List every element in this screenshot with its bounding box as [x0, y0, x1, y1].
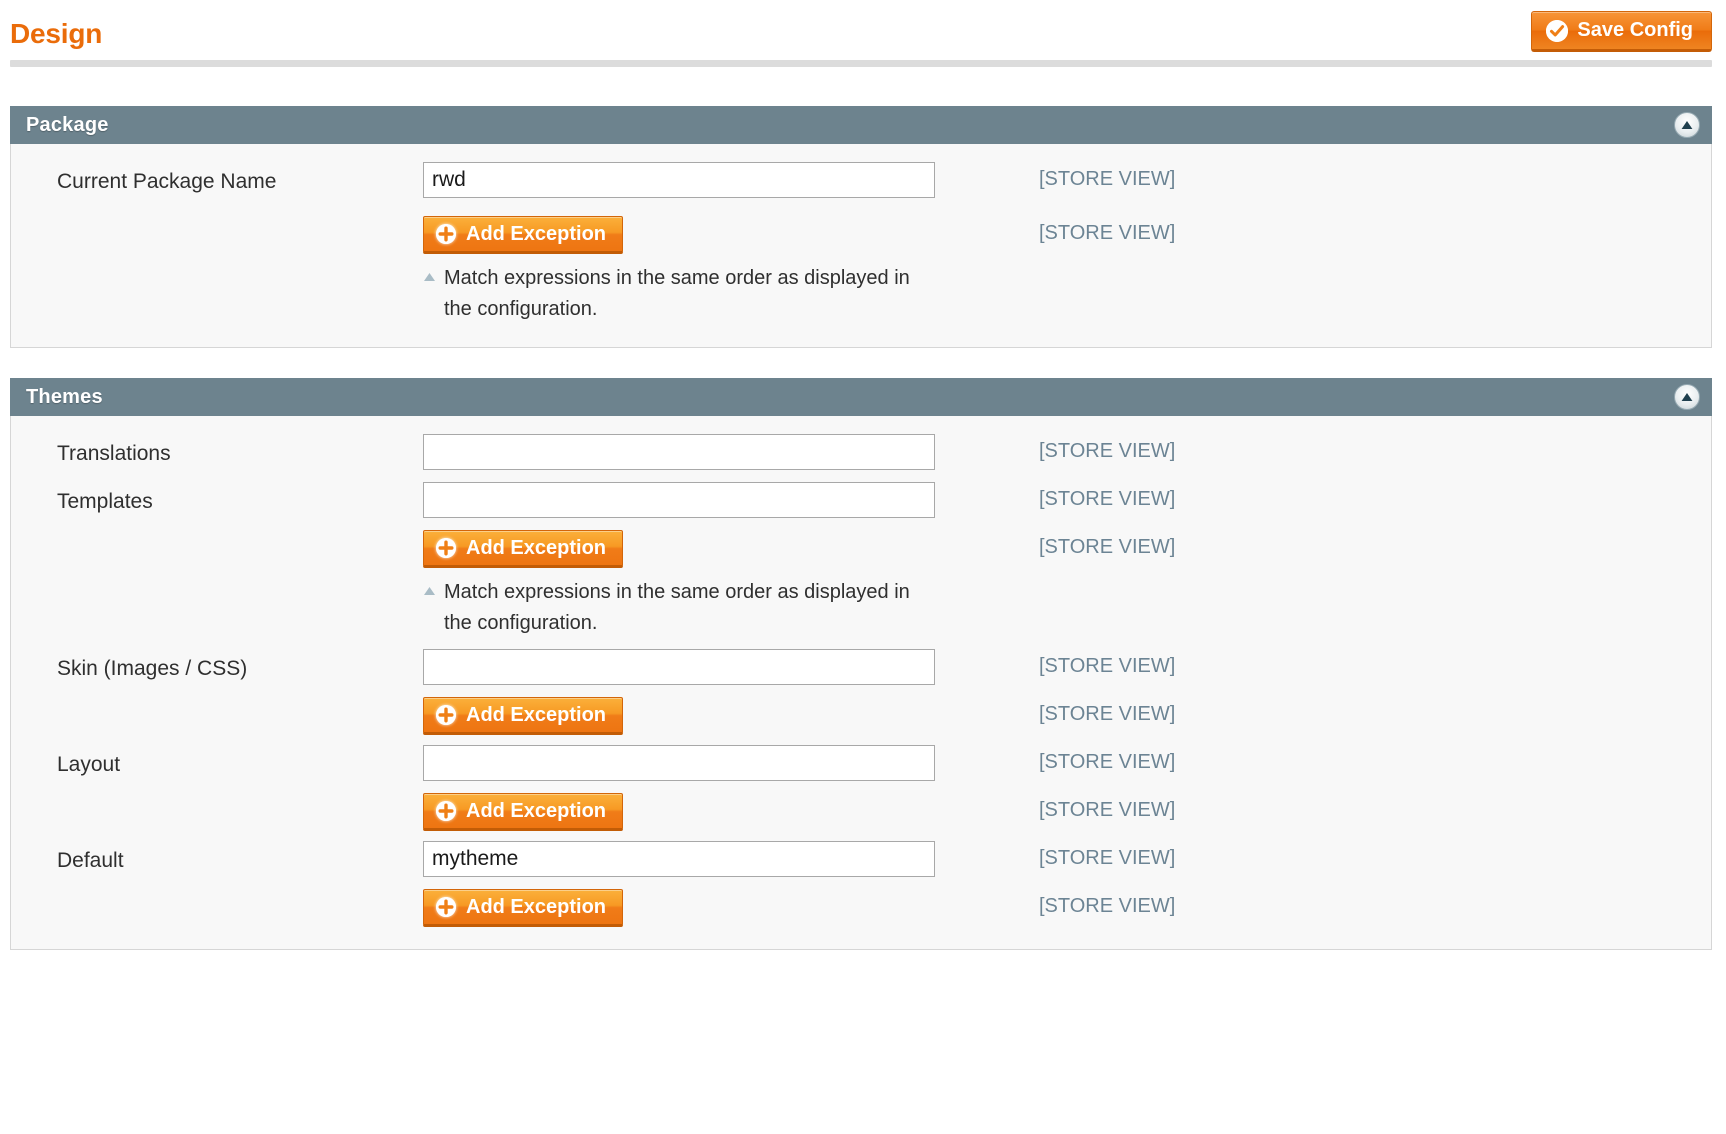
add-exception-label: Add Exception — [466, 222, 607, 245]
triangle-up-small-icon — [423, 586, 436, 596]
field-row-package-add-exception: Add Exception Match expressions in the s… — [11, 216, 1711, 325]
field-row-current-package-name: Current Package Name [STORE VIEW] — [11, 162, 1711, 200]
field-control: Add Exception Match expressions in the s… — [423, 530, 983, 639]
field-row-default: Default [STORE VIEW] — [11, 841, 1711, 879]
page-title: Design — [10, 18, 103, 49]
skin-input[interactable] — [423, 649, 935, 685]
field-control — [423, 482, 983, 518]
field-label: Translations — [57, 442, 171, 465]
triangle-up-icon[interactable] — [1674, 112, 1700, 138]
field-hint-text: Match expressions in the same order as d… — [444, 267, 910, 320]
field-label-empty — [11, 697, 423, 704]
translations-input[interactable] — [423, 434, 935, 470]
scope-label: [STORE VIEW] — [1039, 440, 1176, 462]
add-exception-button-package[interactable]: Add Exception — [423, 216, 624, 254]
scope-label: [STORE VIEW] — [1039, 703, 1176, 725]
plus-circle-icon — [436, 224, 456, 244]
field-row-templates-add-exception: Add Exception Match expressions in the s… — [11, 530, 1711, 639]
page-header: Design Save Config — [0, 0, 1726, 67]
field-hint-templates: Match expressions in the same order as d… — [423, 577, 943, 639]
field-label: Default — [57, 849, 124, 872]
scope-label: [STORE VIEW] — [1039, 799, 1176, 821]
layout-input[interactable] — [423, 745, 935, 781]
field-label-empty — [11, 889, 423, 896]
scope-label: [STORE VIEW] — [1039, 222, 1176, 244]
section-themes-body: Translations [STORE VIEW] Templates [STO… — [10, 416, 1712, 950]
save-config-label: Save Config — [1577, 19, 1693, 41]
field-label-empty — [11, 793, 423, 800]
field-control — [423, 745, 983, 781]
add-exception-label: Add Exception — [466, 703, 607, 726]
field-label-empty — [11, 530, 423, 537]
current-package-name-input[interactable] — [423, 162, 935, 198]
add-exception-button-skin[interactable]: Add Exception — [423, 697, 624, 735]
scope-label: [STORE VIEW] — [1039, 536, 1176, 558]
field-row-layout-add-exception: Add Exception [STORE VIEW] — [11, 793, 1711, 831]
scope-label: [STORE VIEW] — [1039, 488, 1176, 510]
scope-label: [STORE VIEW] — [1039, 895, 1176, 917]
plus-circle-icon — [436, 801, 456, 821]
field-control — [423, 434, 983, 470]
field-control: Add Exception Match expressions in the s… — [423, 216, 983, 325]
field-row-default-add-exception: Add Exception [STORE VIEW] — [11, 889, 1711, 927]
add-exception-label: Add Exception — [466, 536, 607, 559]
field-row-skin-add-exception: Add Exception [STORE VIEW] — [11, 697, 1711, 735]
section-themes: Themes Translations [STORE VIEW] Templat… — [10, 378, 1712, 950]
section-themes-title: Themes — [26, 385, 103, 408]
field-row-skin: Skin (Images / CSS) [STORE VIEW] — [11, 649, 1711, 687]
plus-circle-icon — [436, 538, 456, 558]
scope-label: [STORE VIEW] — [1039, 847, 1176, 869]
field-row-layout: Layout [STORE VIEW] — [11, 745, 1711, 783]
scope-label: [STORE VIEW] — [1039, 655, 1176, 677]
header-divider — [10, 60, 1712, 67]
field-label: Current Package Name — [57, 170, 277, 193]
design-config-page: Design Save Config Package Current Packa… — [0, 0, 1726, 1134]
field-control: Add Exception — [423, 793, 983, 831]
plus-circle-icon — [436, 705, 456, 725]
section-package-body: Current Package Name [STORE VIEW] — [10, 144, 1712, 348]
section-package-title: Package — [26, 113, 109, 136]
section-package-header[interactable]: Package — [10, 106, 1712, 144]
field-control: Add Exception — [423, 889, 983, 927]
scope-label: [STORE VIEW] — [1039, 751, 1176, 773]
plus-circle-icon — [436, 897, 456, 917]
field-label: Templates — [57, 490, 153, 513]
scope-label: [STORE VIEW] — [1039, 168, 1176, 190]
section-themes-header[interactable]: Themes — [10, 378, 1712, 416]
add-exception-label: Add Exception — [466, 895, 607, 918]
section-package: Package Current Package Name [STORE VIEW… — [10, 106, 1712, 348]
add-exception-button-default[interactable]: Add Exception — [423, 889, 624, 927]
add-exception-button-templates[interactable]: Add Exception — [423, 530, 624, 568]
field-control: Add Exception — [423, 697, 983, 735]
field-control — [423, 841, 983, 877]
field-label: Skin (Images / CSS) — [57, 657, 248, 680]
field-row-translations: Translations [STORE VIEW] — [11, 434, 1711, 472]
add-exception-button-layout[interactable]: Add Exception — [423, 793, 624, 831]
triangle-up-icon[interactable] — [1674, 384, 1700, 410]
field-label-empty — [11, 216, 423, 223]
field-hint-text: Match expressions in the same order as d… — [444, 581, 910, 634]
check-circle-icon — [1546, 19, 1569, 42]
field-hint-package: Match expressions in the same order as d… — [423, 263, 943, 325]
add-exception-label: Add Exception — [466, 799, 607, 822]
field-control — [423, 162, 983, 198]
triangle-up-small-icon — [423, 272, 436, 282]
field-row-templates: Templates [STORE VIEW] — [11, 482, 1711, 520]
templates-input[interactable] — [423, 482, 935, 518]
field-control — [423, 649, 983, 685]
field-label: Layout — [57, 753, 121, 776]
default-theme-input[interactable] — [423, 841, 935, 877]
save-config-button[interactable]: Save Config — [1531, 11, 1712, 52]
